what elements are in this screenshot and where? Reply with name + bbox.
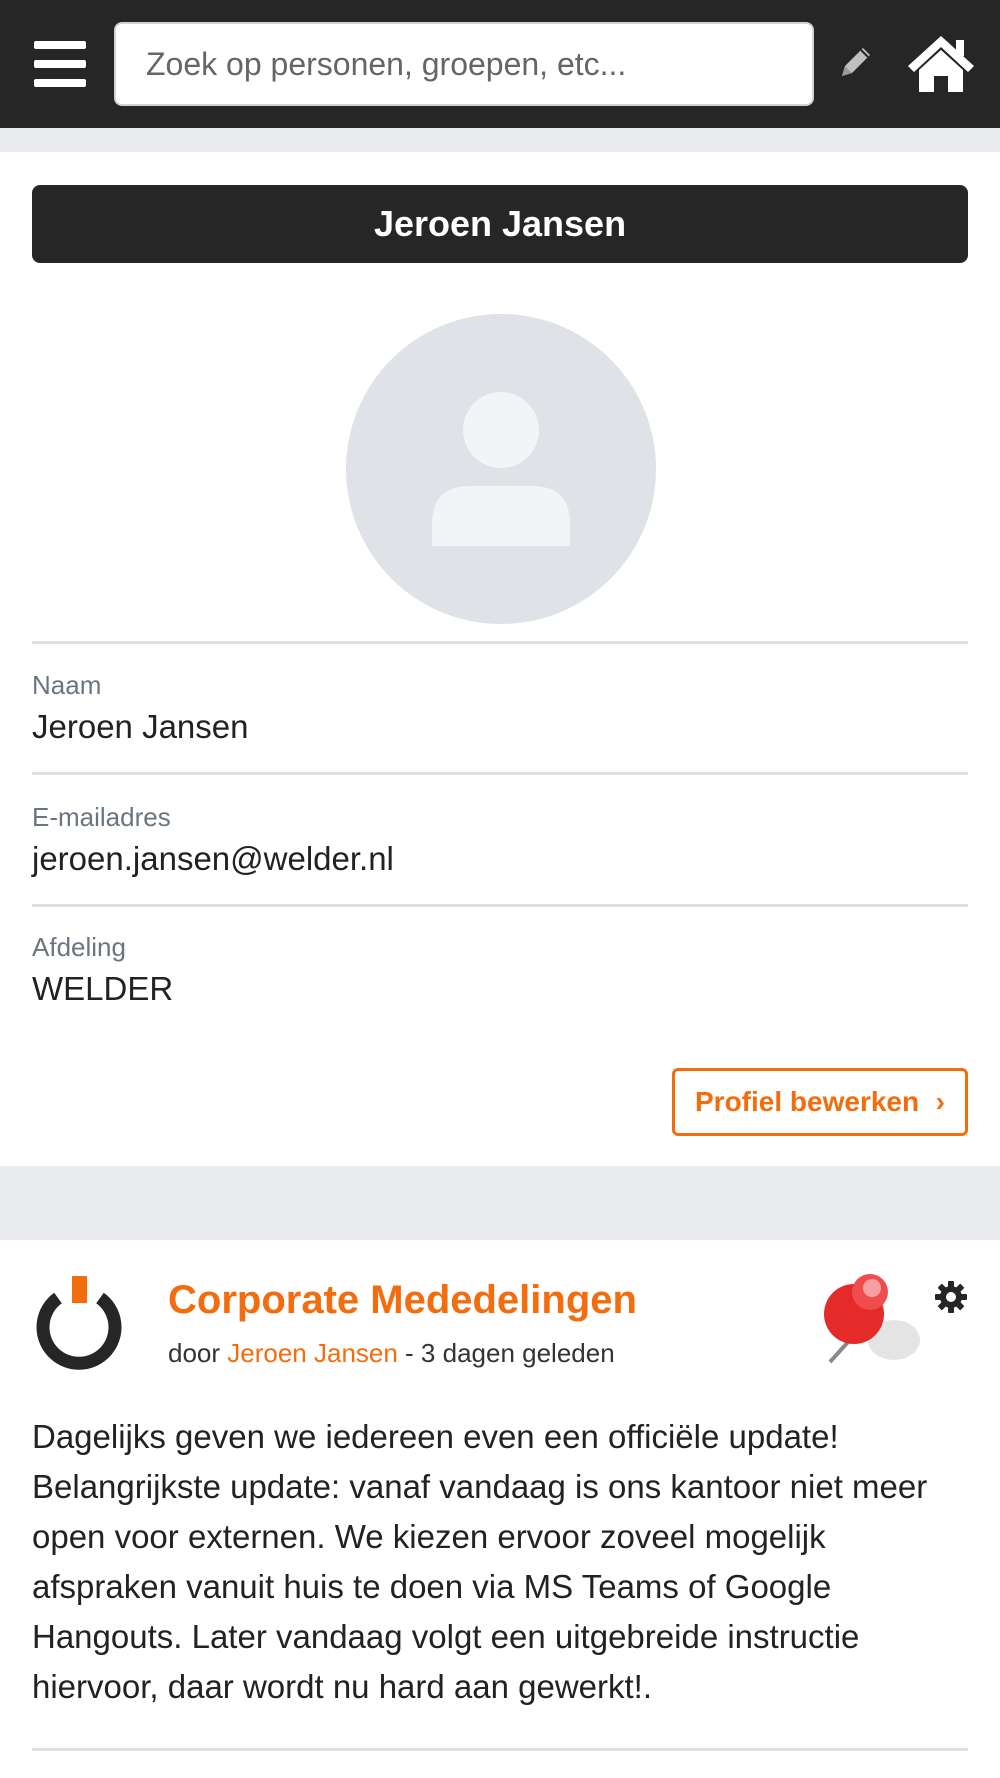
post-body: Dagelijks geven we iedereen even een off… [32, 1418, 928, 1705]
home-icon[interactable] [906, 34, 976, 94]
power-logo-icon [36, 1276, 122, 1370]
top-navigation-bar [0, 0, 1000, 128]
profile-title: Jeroen Jansen [32, 185, 968, 263]
department-label: Afdeling [32, 932, 126, 962]
post-by-prefix: door [168, 1338, 228, 1368]
post-meta: door Jeroen Jansen - 3 dagen geleden [168, 1338, 615, 1369]
pushpin-icon [824, 1274, 920, 1364]
name-label: Naam [32, 670, 102, 700]
post-time: - 3 dagen geleden [397, 1338, 615, 1368]
hamburger-menu-icon[interactable] [34, 41, 86, 87]
profile-card: Jeroen Jansen Naam Jeroen Jansen E-maila… [0, 152, 1000, 1166]
post-card: Corporate Mededelingen door Jeroen Janse… [0, 1240, 1000, 1778]
name-value: Jeroen Jansen [32, 708, 249, 745]
edit-profile-label: Profiel bewerken [695, 1086, 920, 1117]
chevron-right-icon: › [935, 1086, 945, 1117]
search-box[interactable] [114, 22, 814, 106]
post-author-link[interactable]: Jeroen Jansen [227, 1338, 398, 1368]
gear-icon[interactable] [934, 1280, 968, 1314]
divider [32, 641, 968, 644]
divider [32, 904, 968, 907]
user-placeholder-icon [432, 392, 570, 546]
pencil-icon[interactable] [836, 42, 876, 82]
department-value: WELDER [32, 970, 174, 1007]
divider [32, 772, 968, 775]
avatar [346, 314, 656, 624]
divider [32, 1748, 968, 1751]
post-title[interactable]: Corporate Mededelingen [168, 1278, 637, 1323]
edit-profile-button[interactable]: Profiel bewerken › [672, 1068, 968, 1136]
email-label: E-mailadres [32, 802, 171, 832]
search-input[interactable] [116, 24, 812, 104]
email-value: jeroen.jansen@welder.nl [32, 840, 394, 877]
page-gap [0, 128, 1000, 152]
